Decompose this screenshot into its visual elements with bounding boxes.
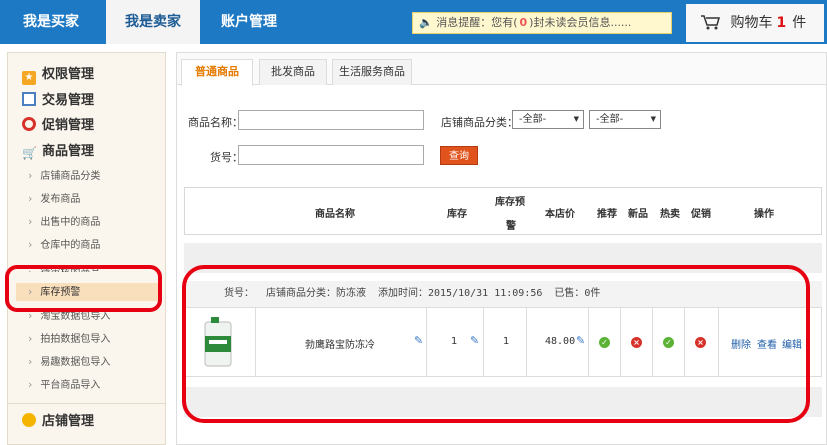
message-prefix: 消息提醒：您有( [436, 16, 518, 29]
sidebar-item-paipai-import[interactable]: 拍拍数据包导入 [28, 330, 110, 348]
cart-small-icon: 🛒 [22, 146, 37, 160]
tab-service-goods[interactable]: 生活服务商品 [332, 59, 412, 85]
tab-bar: 普通商品 批发商品 生活服务商品 [177, 53, 826, 86]
tab-wholesale-goods[interactable]: 批发商品 [259, 59, 327, 85]
message-suffix: )封未读会员信息...... [529, 16, 632, 29]
table-header: 商品名称 库存 库存预 警 本店价 推荐 新品 热卖 促销 操作 [184, 187, 822, 235]
sku-input[interactable] [238, 145, 424, 165]
col-name: 商品名称 [315, 209, 355, 220]
query-button[interactable]: 查询 [440, 146, 478, 165]
section-label: 交易管理 [42, 93, 95, 108]
nav-buyer[interactable]: 我是买家 [0, 0, 102, 44]
col-warning-top: 库存预 [495, 197, 525, 208]
sidebar-item-on-sale[interactable]: 出售中的商品 [28, 213, 100, 231]
sidebar-item-eachnet-import[interactable]: 易趣数据包导入 [28, 353, 110, 371]
cart-label: 购物车 [730, 15, 773, 31]
nav-seller[interactable]: 我是卖家 [106, 0, 200, 44]
section-label: 商品管理 [42, 144, 95, 159]
col-warning-bottom: 警 [506, 221, 516, 232]
product-name-label: 商品名称： [188, 116, 243, 129]
highlight-stock-warning [5, 265, 162, 312]
col-stock: 库存 [447, 209, 467, 220]
sidebar: ★ 权限管理 交易管理 促销管理 🛒 商品管理 店铺商品分类 发布商品 出售中的商品… [7, 52, 166, 445]
col-price: 本店价 [545, 209, 575, 220]
cart-icon [700, 15, 730, 31]
sidebar-section-goods[interactable]: 🛒 商品管理 [22, 142, 94, 162]
coin-icon [22, 413, 36, 427]
cart-unit: 件 [792, 15, 807, 31]
product-name-input[interactable] [238, 110, 424, 130]
col-recommend: 推荐 [597, 209, 617, 220]
section-label: 促销管理 [42, 118, 95, 133]
category-select-1[interactable]: -全部- [512, 110, 584, 129]
sidebar-section-permissions[interactable]: ★ 权限管理 [22, 65, 94, 85]
col-new: 新品 [628, 209, 648, 220]
sidebar-section-trade[interactable]: 交易管理 [22, 91, 94, 111]
sidebar-item-shop-category[interactable]: 店铺商品分类 [28, 167, 100, 185]
top-navigation: 我是买家 我是卖家 账户管理 🔈 消息提醒：您有(0)封未读会员信息......… [0, 0, 827, 44]
message-notice[interactable]: 🔈 消息提醒：您有(0)封未读会员信息...... [412, 12, 672, 34]
col-promo: 促销 [691, 209, 711, 220]
shop-category-label: 店铺商品分类： [441, 116, 518, 129]
col-ops: 操作 [754, 209, 774, 220]
cart-button[interactable]: 购物车 1 件 [686, 4, 824, 42]
sidebar-section-promotion[interactable]: 促销管理 [22, 116, 94, 136]
nav-account[interactable]: 账户管理 [204, 0, 294, 44]
speaker-icon: 🔈 [419, 16, 433, 29]
cart-count: 1 [776, 15, 787, 31]
sidebar-divider [8, 403, 165, 404]
category-select-2[interactable]: -全部- [589, 110, 661, 129]
section-label: 权限管理 [42, 67, 95, 82]
sidebar-item-warehouse[interactable]: 仓库中的商品 [28, 236, 100, 254]
sidebar-section-shop[interactable]: 店铺管理 [22, 412, 94, 432]
list-icon [22, 92, 36, 106]
lifebuoy-icon [22, 117, 36, 131]
sidebar-item-platform-import[interactable]: 平台商品导入 [28, 376, 100, 394]
star-icon: ★ [22, 71, 36, 85]
highlight-product-row [182, 265, 810, 423]
tab-normal-goods[interactable]: 普通商品 [181, 59, 253, 86]
message-count: 0 [519, 16, 528, 29]
col-hot: 热卖 [660, 209, 680, 220]
section-label: 店铺管理 [42, 414, 95, 429]
sidebar-item-publish[interactable]: 发布商品 [28, 190, 80, 208]
